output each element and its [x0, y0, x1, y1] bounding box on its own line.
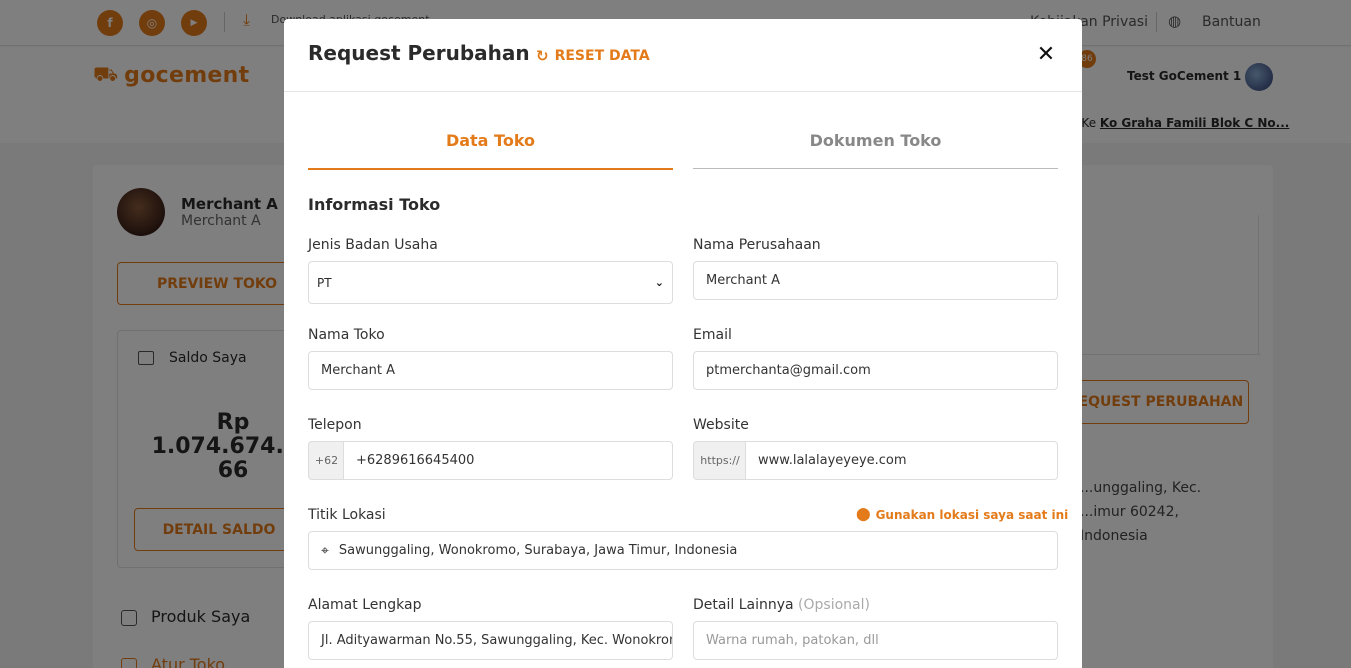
location-value: Sawunggaling, Wonokromo, Surabaya, Jawa …: [338, 543, 738, 558]
location-label: Titik Lokasi: [308, 507, 386, 523]
store-name-input[interactable]: Merchant A: [308, 351, 673, 390]
email-field[interactable]: ptmerchanta@gmail.com: [693, 351, 1058, 390]
tab-dokumen-toko[interactable]: Dokumen Toko: [693, 131, 1058, 169]
use-location-label: Gunakan lokasi saya saat ini: [875, 507, 1069, 522]
full-address-label: Alamat Lengkap: [308, 597, 422, 613]
modal-header: Request Perubahan ↻ RESET DATA ✕: [284, 19, 1082, 92]
reset-label: RESET DATA: [554, 48, 650, 64]
modal-title: Request Perubahan: [308, 41, 530, 65]
close-icon[interactable]: ✕: [1034, 41, 1058, 67]
chevron-down-icon: ⌄: [654, 276, 664, 289]
other-details-label: Detail Lainnya (Opsional): [693, 597, 870, 613]
use-current-location-link[interactable]: ⬤ Gunakan lokasi saya saat ini: [856, 507, 1068, 522]
email-label: Email: [693, 327, 732, 343]
website-prefix: https://: [693, 441, 746, 480]
website-input[interactable]: www.lalalayeyeye.com: [745, 441, 1058, 480]
business-type-value: PT: [317, 275, 332, 290]
section-title: Informasi Toko: [308, 195, 441, 214]
other-details-label-text: Detail Lainnya: [693, 597, 794, 613]
store-name-label: Nama Toko: [308, 327, 385, 343]
map-pin-icon: ⬤: [856, 507, 871, 522]
phone-prefix: +62: [308, 441, 344, 480]
phone-input[interactable]: +6289616645400: [343, 441, 673, 480]
company-name-label: Nama Perusahaan: [693, 237, 821, 253]
phone-label: Telepon: [308, 417, 362, 433]
tab-data-toko[interactable]: Data Toko: [308, 131, 673, 170]
reset-icon: ↻: [536, 47, 549, 65]
company-name-input[interactable]: Merchant A: [693, 261, 1058, 300]
optional-tag: (Opsional): [798, 597, 870, 613]
reset-data-button[interactable]: ↻ RESET DATA: [536, 47, 650, 65]
full-address-input[interactable]: Jl. Adityawarman No.55, Sawunggaling, Ke…: [308, 621, 673, 660]
business-type-select[interactable]: PT ⌄: [308, 261, 673, 304]
crosshair-icon: ⌖: [321, 542, 329, 559]
business-type-label: Jenis Badan Usaha: [308, 237, 438, 253]
website-label: Website: [693, 417, 749, 433]
request-change-modal: Request Perubahan ↻ RESET DATA ✕ Data To…: [284, 19, 1082, 668]
other-details-input[interactable]: Warna rumah, patokan, dll: [693, 621, 1058, 660]
location-input[interactable]: ⌖ Sawunggaling, Wonokromo, Surabaya, Jaw…: [308, 531, 1058, 570]
